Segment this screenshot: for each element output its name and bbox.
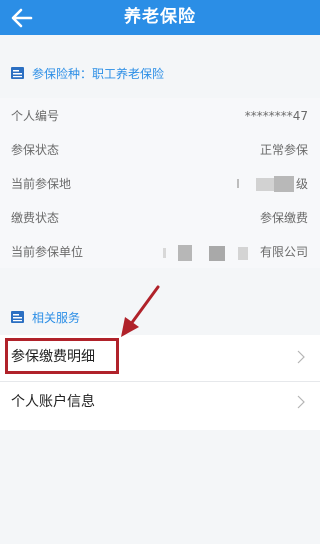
info-row-payment-status: 缴费状态 参保缴费 [0, 201, 320, 235]
redacted-block [274, 176, 294, 192]
insurance-type-header: 参保险种：职工养老保险 [0, 63, 320, 83]
info-value: 正常参保 [259, 143, 308, 157]
related-services-label: 相关服务 [32, 310, 81, 325]
info-label: 缴费状态 [11, 211, 60, 225]
highlight-box [5, 338, 119, 374]
info-row-location: 当前参保地 级 [0, 167, 320, 201]
info-value: 参保缴费 [259, 211, 308, 225]
redacted-block [178, 245, 192, 261]
chevron-right-icon [297, 350, 305, 364]
info-label: 参保状态 [11, 143, 60, 157]
service-item-account-info[interactable]: 个人账户信息 [0, 382, 320, 422]
redacted-block [256, 178, 274, 191]
app-header: 养老保险 [0, 0, 320, 35]
info-label: 当前参保地 [11, 177, 72, 191]
info-value: 有限公司 [259, 245, 308, 259]
chevron-right-icon [297, 395, 305, 409]
insurance-type-label: 参保险种：职工养老保险 [32, 66, 165, 81]
info-label: 个人编号 [11, 109, 60, 123]
info-row-personal-id: 个人编号 ********47 [0, 99, 320, 133]
info-row-employer: 当前参保单位 有限公司 [0, 235, 320, 269]
page-title: 养老保险 [124, 7, 196, 27]
card-icon [11, 311, 24, 323]
info-label: 当前参保单位 [11, 245, 84, 259]
info-row-status: 参保状态 正常参保 [0, 133, 320, 167]
redacted-block [238, 247, 248, 260]
card-icon [11, 67, 24, 79]
redacted-mark [237, 179, 239, 188]
redacted-block [209, 246, 225, 261]
info-value: 级 [295, 177, 308, 191]
redacted-mark [163, 248, 166, 258]
related-services-header: 相关服务 [0, 307, 320, 327]
insurance-info-card: 个人编号 ********47 参保状态 正常参保 当前参保地 级 缴费状态 参… [0, 98, 320, 268]
service-item-label: 个人账户信息 [11, 394, 95, 410]
info-value: ********47 [244, 109, 308, 123]
